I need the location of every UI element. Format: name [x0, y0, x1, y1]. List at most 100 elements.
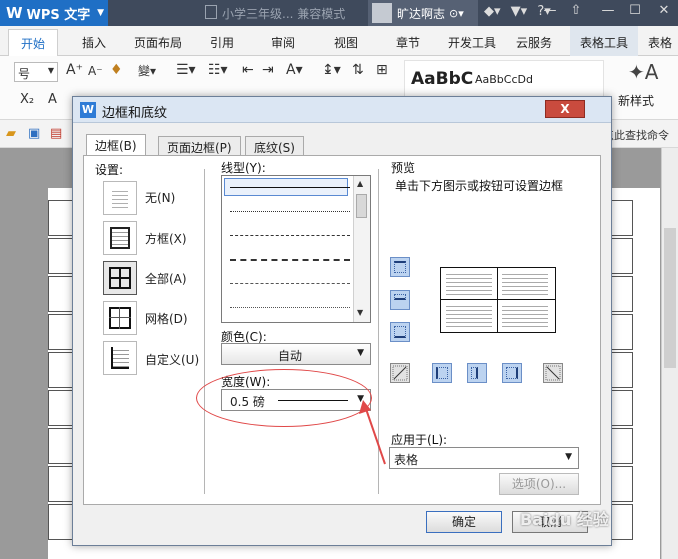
inner-horizontal-border-button[interactable]	[390, 290, 410, 310]
highlight-icon[interactable]: A	[48, 92, 57, 107]
tab-table[interactable]: 表格	[648, 34, 672, 51]
border-preview[interactable]	[440, 267, 556, 333]
setting-box-button[interactable]	[103, 221, 137, 255]
line-style-dash-dot[interactable]	[230, 283, 350, 284]
table-cell	[48, 200, 74, 236]
scroll-down-icon[interactable]: ▼	[357, 308, 363, 317]
preview-text-line	[502, 282, 548, 283]
phonetic-icon[interactable]: 變▾	[138, 62, 156, 79]
tab-developer[interactable]: 开发工具	[448, 34, 496, 51]
apply-to-select[interactable]: 表格 ▼	[389, 447, 579, 469]
setting-none-button[interactable]	[103, 181, 137, 215]
annotation-arrow-icon	[359, 400, 386, 465]
top-border-button[interactable]	[390, 257, 410, 277]
preview-text-line	[446, 278, 492, 279]
preview-text-line	[502, 294, 548, 295]
tab-shading[interactable]: 底纹(S)	[245, 136, 304, 156]
scroll-up-icon[interactable]: ▲	[357, 179, 363, 188]
annotation-ellipse	[196, 369, 372, 427]
watermark: Baidu 经验	[520, 510, 609, 529]
indent-icon[interactable]: ⇥	[262, 62, 274, 78]
number-list-icon[interactable]: ☷▾	[208, 62, 228, 78]
setting-box-label: 方框(X)	[145, 232, 187, 246]
tab-page-border[interactable]: 页面边框(P)	[158, 136, 241, 156]
badge-icon: ⊙▾	[449, 6, 464, 20]
font-size-select[interactable]: 号 ▼	[14, 62, 58, 82]
preview-text-line	[446, 318, 492, 319]
close-window-icon[interactable]: ✕	[654, 3, 674, 21]
tab-borders[interactable]: 边框(B)	[86, 134, 146, 156]
tab-page-layout[interactable]: 页面布局	[134, 34, 182, 51]
bottom-border-button[interactable]	[390, 322, 410, 342]
table-cell	[48, 352, 74, 388]
preview-text-line	[446, 314, 492, 315]
tab-references[interactable]: 引用	[210, 34, 234, 51]
user-account[interactable]: 旷达啊志 ⊙▾	[368, 0, 478, 26]
close-button[interactable]: X	[545, 100, 585, 118]
subscript-icon[interactable]: X₂	[20, 92, 34, 107]
scrollbar-thumb[interactable]	[356, 194, 367, 218]
preview-text-line	[502, 326, 548, 327]
setting-grid-button[interactable]	[103, 301, 137, 335]
bullet-list-icon[interactable]: ☰▾	[176, 62, 196, 78]
skin-icon[interactable]: ◆▾	[484, 4, 501, 19]
setting-all-button[interactable]	[103, 261, 137, 295]
preview-text-line	[502, 274, 548, 275]
find-command-link[interactable]: 点此查找命令	[603, 127, 669, 143]
chevron-down-icon: ▼	[47, 66, 54, 75]
sort-icon[interactable]: ⇅	[352, 62, 364, 78]
scrollbar-thumb[interactable]	[664, 228, 676, 368]
border-shading-dialog: W 边框和底纹 X 边框(B) 页面边框(P) 底纹(S) 设置: 无(N) 方…	[72, 96, 612, 546]
line-style-dash-dot-dot[interactable]	[230, 307, 350, 308]
new-style-button[interactable]: 新样式	[618, 92, 654, 109]
right-border-button[interactable]	[502, 363, 522, 383]
save-icon[interactable]: ▣	[28, 126, 40, 141]
line-style-solid[interactable]	[230, 187, 350, 188]
document-scrollbar[interactable]	[661, 148, 678, 559]
setting-all-label: 全部(A)	[145, 272, 187, 286]
tab-chapter[interactable]: 章节	[396, 34, 420, 51]
maximize-window-icon[interactable]: ☐	[625, 3, 645, 21]
restore-ribbon-icon[interactable]: ⇧	[566, 3, 586, 21]
chevron-down-icon: ▼	[97, 8, 104, 18]
inner-vertical-border-button[interactable]	[467, 363, 487, 383]
color-select[interactable]: 自动 ▼	[221, 343, 371, 365]
tab-cloud[interactable]: 云服务	[516, 34, 552, 51]
diagonal-up-border-button[interactable]	[543, 363, 563, 383]
line-style-scrollbar[interactable]: ▲ ▼	[353, 176, 370, 322]
options-button[interactable]: 选项(O)...	[499, 473, 579, 495]
preview-text-line	[446, 282, 492, 283]
minimize-icon[interactable]: —	[540, 3, 560, 21]
grow-font-icon[interactable]: A⁺	[66, 62, 83, 78]
diagonal-up-icon	[545, 365, 561, 381]
line-style-list[interactable]	[221, 175, 371, 323]
minimize-window-icon[interactable]: —	[598, 3, 618, 21]
wps-menu-button[interactable]: W WPS 文字 ▼	[0, 0, 108, 26]
outdent-icon[interactable]: ⇤	[242, 62, 254, 78]
tab-review[interactable]: 审阅	[271, 34, 295, 51]
preview-text-line	[502, 290, 548, 291]
open-folder-icon[interactable]: ▰	[6, 126, 16, 141]
line-spacing-icon[interactable]: ↨▾	[322, 62, 341, 78]
diagonal-down-border-button[interactable]	[390, 363, 410, 383]
table-cell	[48, 466, 74, 502]
line-style-dashed[interactable]	[230, 235, 350, 236]
preview-text-line	[446, 286, 492, 287]
left-border-button[interactable]	[432, 363, 452, 383]
tab-view[interactable]: 视图	[334, 34, 358, 51]
char-scale-icon[interactable]: A▾	[286, 62, 303, 78]
apply-to-value: 表格	[394, 453, 419, 467]
tab-table-tools[interactable]: 表格工具	[570, 26, 639, 56]
export-pdf-icon[interactable]: ▤	[50, 126, 62, 141]
tab-insert[interactable]: 插入	[82, 34, 106, 51]
clear-format-icon[interactable]: ♦	[110, 62, 123, 78]
shirt-icon[interactable]: ▼▾	[511, 4, 528, 19]
line-style-dotted[interactable]	[230, 211, 350, 212]
tab-start[interactable]: 开始	[8, 29, 59, 56]
border-icon[interactable]: ⊞	[376, 62, 388, 78]
setting-custom-button[interactable]	[103, 341, 137, 375]
shrink-font-icon[interactable]: A⁻	[88, 64, 103, 78]
document-title: 小学三年级... 兼容模式	[222, 7, 346, 21]
ok-button[interactable]: 确定	[426, 511, 502, 533]
line-style-long-dash[interactable]	[230, 259, 350, 261]
